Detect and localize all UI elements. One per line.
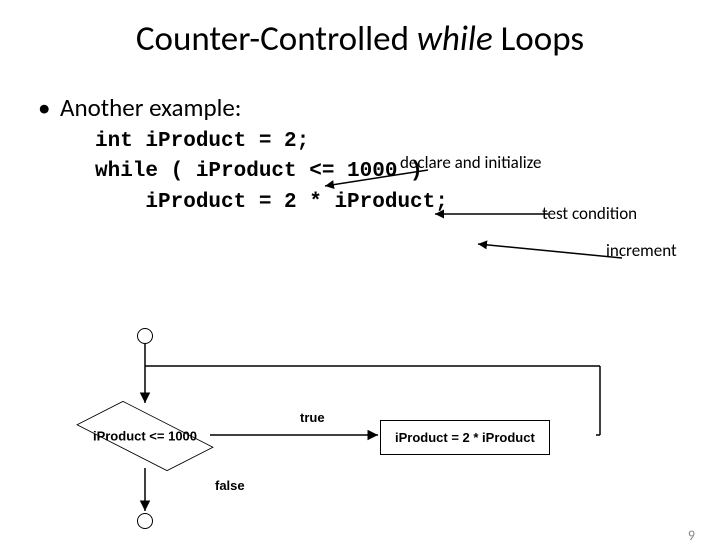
annotation-test-condition: test condition [542,203,637,224]
title-post: Loops [493,18,584,60]
bullet-item: •Another example: [38,92,720,123]
page-number: 9 [688,527,695,544]
bullet-dot: • [38,92,60,123]
bullet-text: Another example: [60,92,241,123]
annotation-increment: increment [606,240,677,261]
slide-title: Counter-Controlled while Loops [0,18,720,60]
flowchart: iProduct <= 1000 iProduct = 2 * iProduct… [40,328,680,528]
annotation-declare: declare and initialize [400,152,541,173]
flow-condition-text: iProduct <= 1000 [80,428,210,443]
title-italic: while [417,18,493,60]
title-pre: Counter-Controlled [136,18,417,60]
